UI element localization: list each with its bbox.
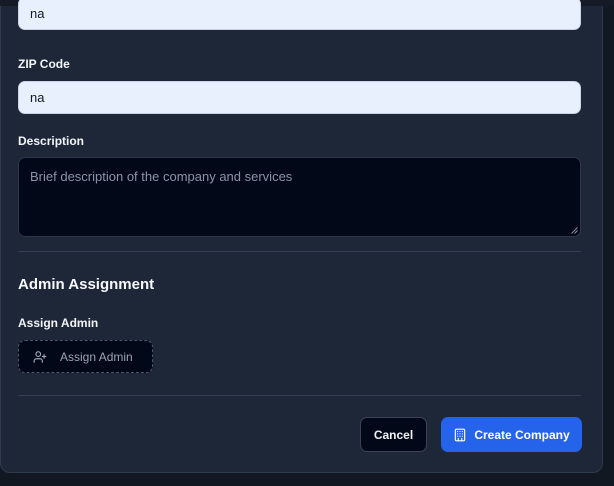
zip-code-input[interactable]: na <box>18 81 581 114</box>
previous-field-input[interactable]: na <box>18 0 581 30</box>
user-plus-icon <box>33 350 47 364</box>
zip-code-label: ZIP Code <box>18 57 70 71</box>
assign-admin-label: Assign Admin <box>18 316 99 330</box>
cancel-button[interactable]: Cancel <box>360 417 427 452</box>
description-textarea[interactable]: Brief description of the company and ser… <box>18 157 581 237</box>
previous-field-value: na <box>30 6 45 21</box>
description-label: Description <box>18 134 85 148</box>
admin-assignment-heading: Admin Assignment <box>18 276 155 293</box>
create-company-button[interactable]: Create Company <box>441 417 582 452</box>
resize-grip-icon[interactable] <box>571 227 578 234</box>
assign-admin-button-label: Assign Admin <box>60 349 133 364</box>
cancel-button-label: Cancel <box>373 427 414 442</box>
description-placeholder: Brief description of the company and ser… <box>30 169 293 184</box>
create-company-button-label: Create Company <box>474 427 570 442</box>
footer-divider <box>18 395 581 396</box>
zip-code-value: na <box>30 90 45 105</box>
building-icon <box>453 428 467 442</box>
section-divider <box>18 251 581 252</box>
assign-admin-button[interactable]: Assign Admin <box>18 340 153 373</box>
